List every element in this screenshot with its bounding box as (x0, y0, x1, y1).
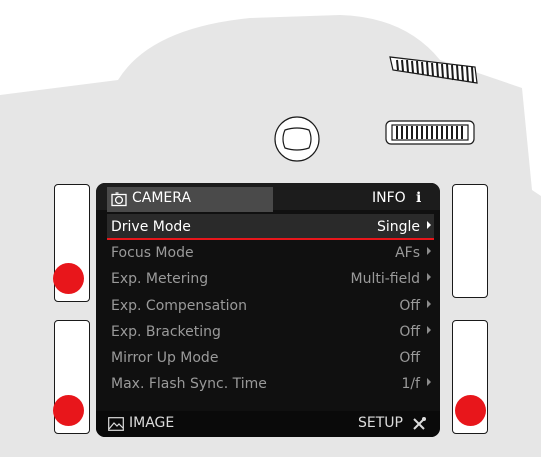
camera-tab-label: CAMERA (132, 190, 192, 206)
menu-item-label: Exp. Compensation (111, 297, 247, 314)
left-bottom-button-marker (53, 395, 84, 426)
menu-item-value: 1/f (401, 376, 420, 393)
camera-menu-list: Drive Mode Single Focus Mode AFs Exp. Meteri… (107, 214, 434, 397)
menu-item-value: AFs (395, 245, 420, 262)
menu-item[interactable]: Max. Flash Sync. Time 1/f (107, 371, 434, 397)
submenu-arrow-icon (427, 221, 431, 229)
image-icon[interactable] (108, 416, 124, 431)
camera-tab[interactable]: CAMERA (107, 187, 273, 212)
menu-item-label: Focus Mode (111, 245, 194, 262)
menu-item-label: Exp. Metering (111, 271, 209, 288)
left-top-button-marker (53, 263, 84, 294)
right-bottom-button-marker (455, 395, 486, 426)
image-tab-label[interactable]: IMAGE (129, 415, 174, 431)
menu-item[interactable]: Focus Mode AFs (107, 240, 434, 266)
menu-item-value: Single (376, 219, 420, 235)
camera-lcd-screen: CAMERA INFO i Drive Mode Single Focus Mode… (96, 183, 440, 437)
submenu-arrow-icon (427, 325, 431, 334)
menu-item-value: Off (399, 297, 420, 314)
menu-item-label: Mirror Up Mode (111, 349, 219, 366)
thumb-wheel[interactable] (385, 120, 475, 145)
submenu-arrow-icon (427, 247, 431, 256)
submenu-arrow-icon (427, 299, 431, 308)
menu-item-value: Off (399, 323, 420, 340)
menu-item-label: Max. Flash Sync. Time (111, 376, 267, 393)
menu-item[interactable]: Exp. Compensation Off (107, 293, 434, 319)
menu-item-label: Exp. Bracketing (111, 323, 221, 340)
setup-tab-label[interactable]: SETUP (358, 415, 403, 431)
camera-icon (111, 191, 127, 207)
menu-item[interactable]: Exp. Metering Multi-field (107, 266, 434, 292)
menu-item-value: Off (399, 349, 420, 366)
menu-item[interactable]: Exp. Bracketing Off (107, 319, 434, 345)
menu-footer: IMAGE SETUP (96, 411, 440, 437)
menu-item[interactable]: Drive Mode Single (107, 214, 434, 241)
menu-item-label: Drive Mode (111, 219, 191, 235)
submenu-arrow-icon (427, 378, 431, 387)
menu-item-value: Multi-field (350, 271, 420, 288)
right-top-button[interactable] (452, 184, 488, 298)
info-label[interactable]: INFO (372, 190, 406, 206)
menu-header: CAMERA INFO i (96, 183, 440, 212)
menu-item[interactable]: Mirror Up Mode Off (107, 345, 434, 371)
joystick[interactable] (274, 116, 320, 162)
tools-icon[interactable] (412, 416, 426, 430)
submenu-arrow-icon (427, 273, 431, 282)
info-icon[interactable]: i (416, 190, 421, 206)
